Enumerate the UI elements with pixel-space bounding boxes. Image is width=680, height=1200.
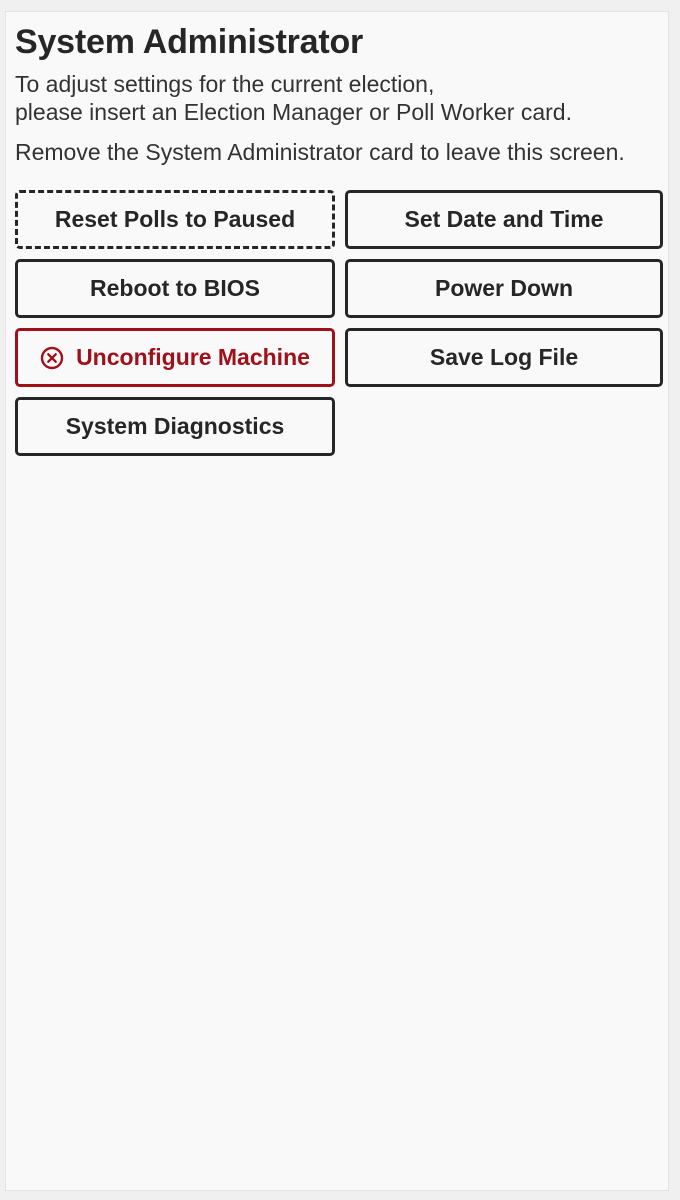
system-diagnostics-button[interactable]: System Diagnostics xyxy=(15,397,335,456)
reset-polls-label: Reset Polls to Paused xyxy=(54,206,296,232)
button-grid: Reset Polls to Paused Set Date and Time … xyxy=(15,190,663,456)
set-date-time-button[interactable]: Set Date and Time xyxy=(345,190,663,249)
reboot-bios-button[interactable]: Reboot to BIOS xyxy=(15,259,335,318)
reset-polls-button[interactable]: Reset Polls to Paused xyxy=(15,190,335,249)
set-date-time-label: Set Date and Time xyxy=(404,206,604,232)
page-title: System Administrator xyxy=(15,23,364,61)
main-content: System Administrator To adjust settings … xyxy=(15,22,663,456)
power-down-label: Power Down xyxy=(434,275,573,301)
power-down-button[interactable]: Power Down xyxy=(345,259,663,318)
instructions-text: To adjust settings for the current elect… xyxy=(15,70,663,126)
instructions-line-2: please insert an Election Manager or Pol… xyxy=(15,99,572,125)
reboot-bios-label: Reboot to BIOS xyxy=(90,275,260,301)
system-diagnostics-label: System Diagnostics xyxy=(65,413,285,439)
remove-card-text: Remove the System Administrator card to … xyxy=(15,139,625,165)
save-log-file-label: Save Log File xyxy=(429,344,579,370)
unconfigure-machine-label: Unconfigure Machine xyxy=(76,344,310,370)
save-log-file-button[interactable]: Save Log File xyxy=(345,328,663,387)
unconfigure-machine-button[interactable]: Unconfigure Machine xyxy=(15,328,335,387)
system-admin-screen: System Administrator To adjust settings … xyxy=(5,11,669,1191)
circle-x-icon xyxy=(40,346,64,370)
instructions-line-1: To adjust settings for the current elect… xyxy=(15,71,435,97)
